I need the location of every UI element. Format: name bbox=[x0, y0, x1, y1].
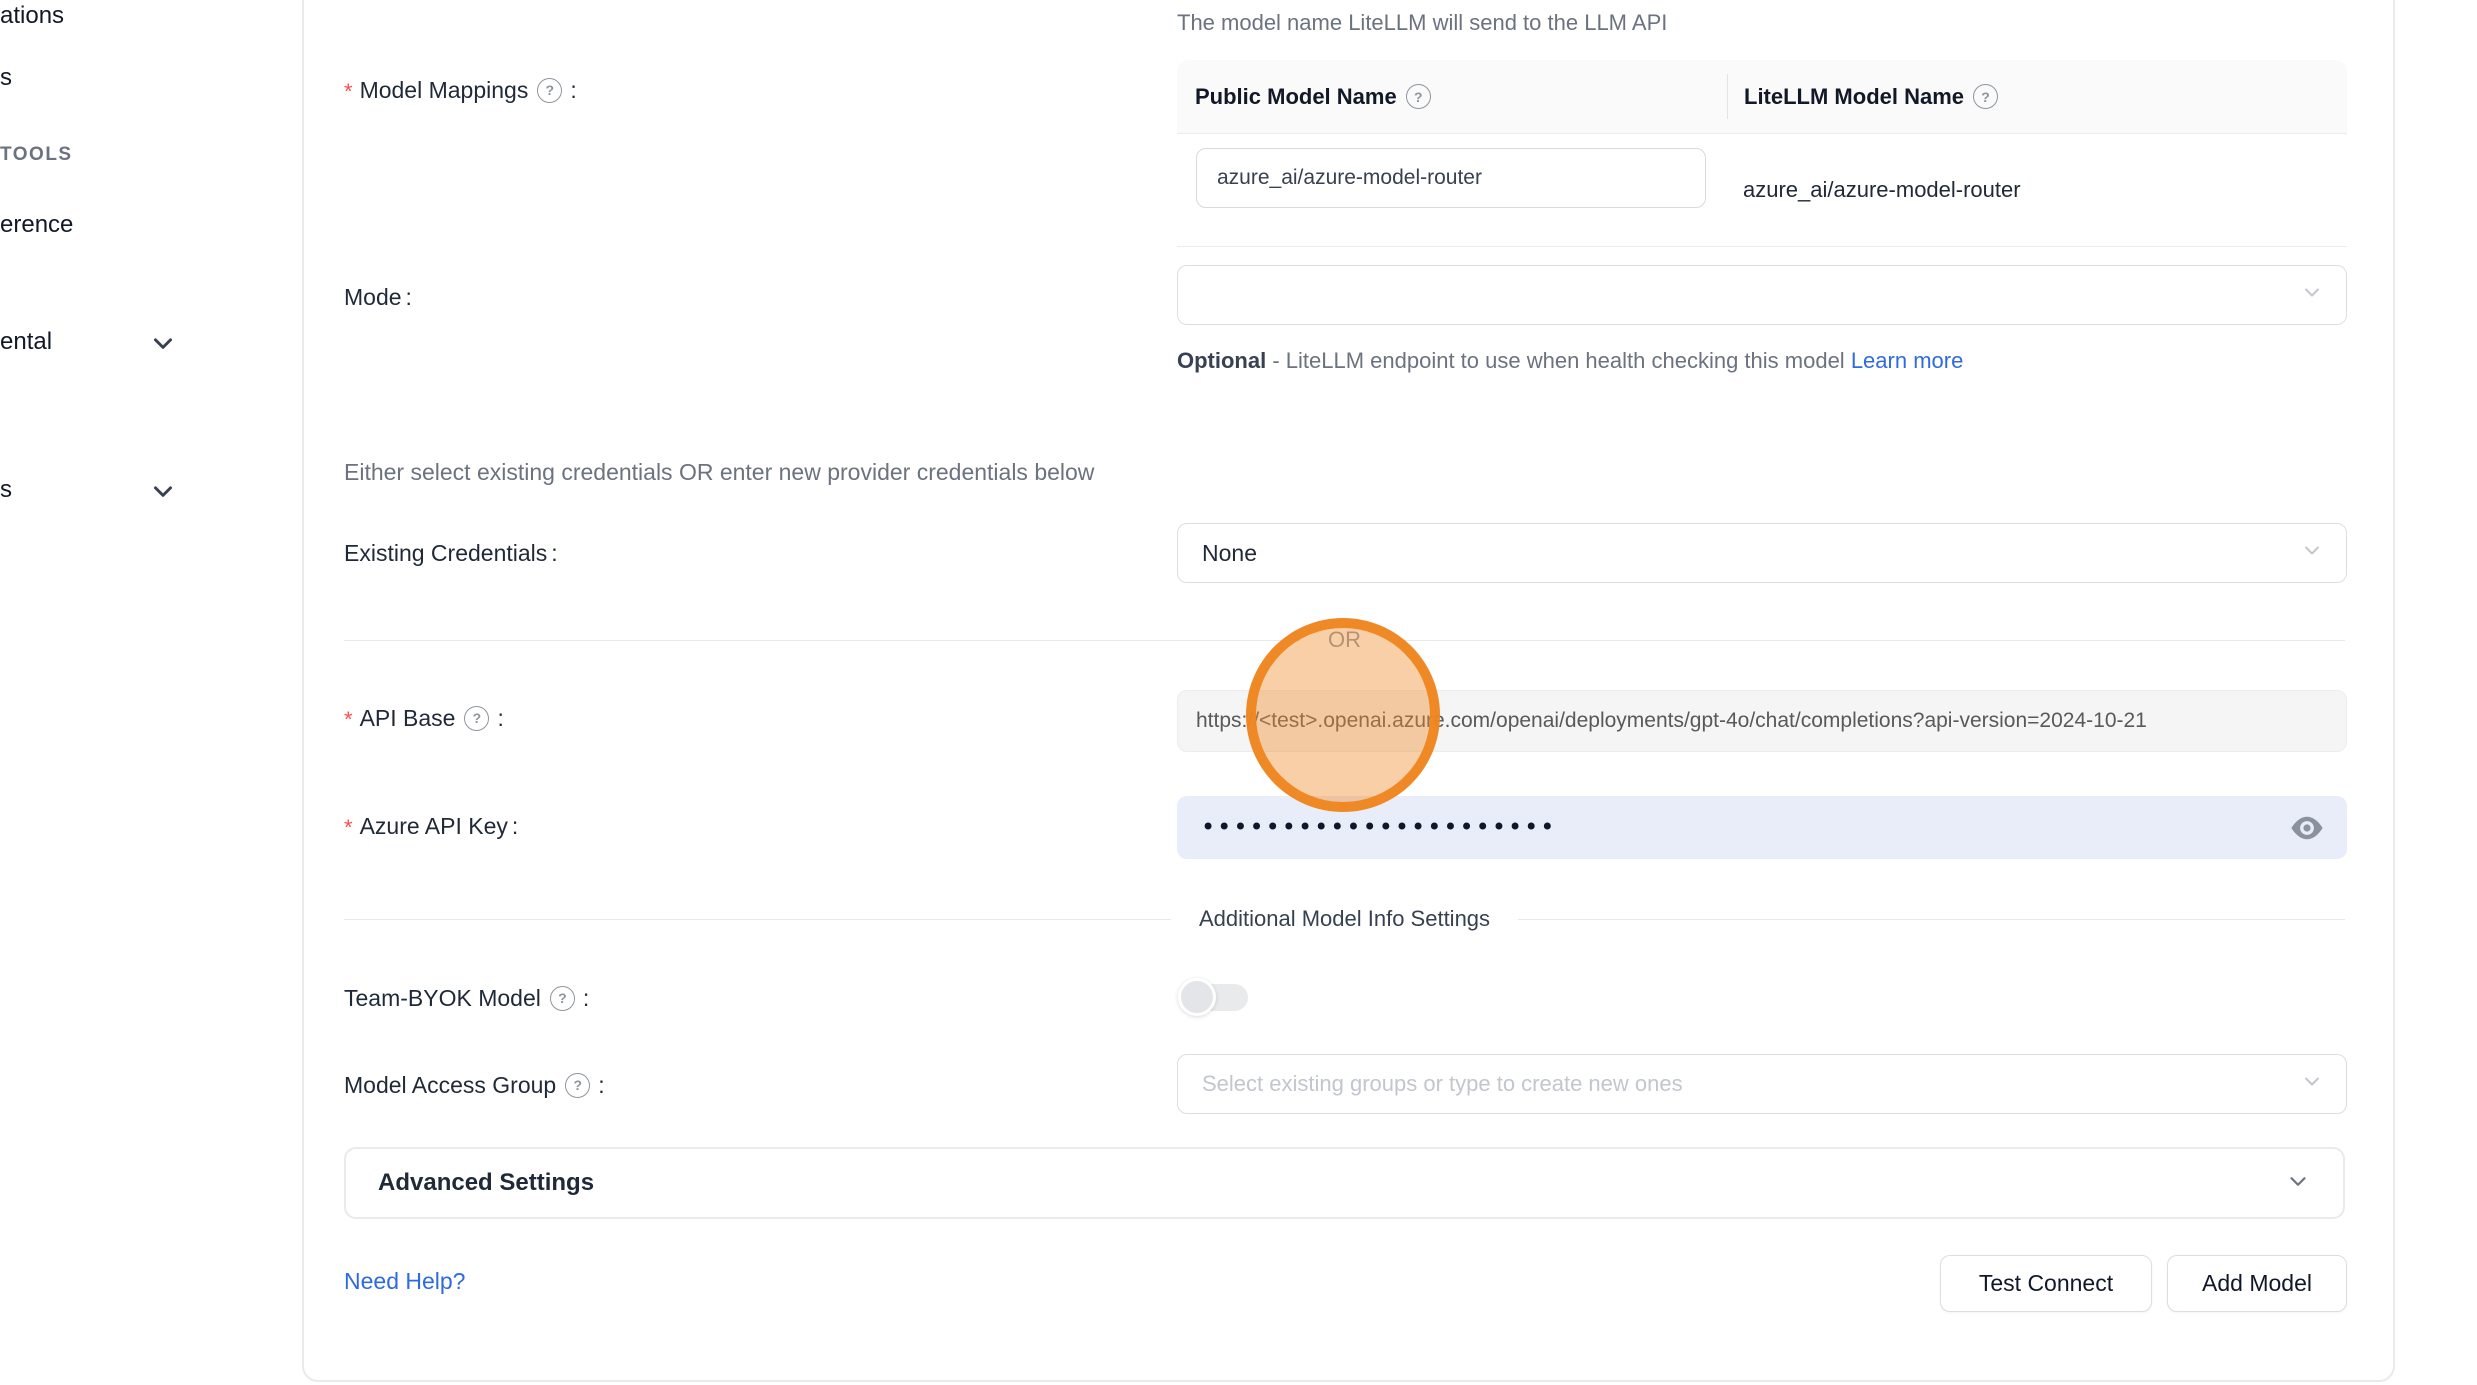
toggle-knob bbox=[1178, 978, 1216, 1016]
mode-label: Mode : bbox=[344, 280, 412, 314]
chevron-down-icon bbox=[2300, 538, 2324, 568]
model-mappings-table: Public Model Name ? LiteLLM Model Name ?… bbox=[1177, 60, 2347, 247]
required-asterisk: * bbox=[344, 811, 353, 841]
existing-credentials-label: Existing Credentials : bbox=[344, 536, 558, 570]
column-header-litellm-model-name: LiteLLM Model Name bbox=[1744, 84, 1964, 110]
table-header-row: Public Model Name ? LiteLLM Model Name ? bbox=[1177, 60, 2347, 134]
add-model-button[interactable]: Add Model bbox=[2167, 1255, 2347, 1312]
help-icon[interactable]: ? bbox=[464, 706, 489, 731]
chevron-down-icon bbox=[2300, 1069, 2324, 1099]
required-asterisk: * bbox=[344, 75, 353, 105]
help-icon[interactable]: ? bbox=[550, 986, 575, 1011]
team-byok-label: Team-BYOK Model ? : bbox=[344, 981, 589, 1015]
need-help-link[interactable]: Need Help? bbox=[344, 1268, 465, 1295]
model-mappings-label: * Model Mappings ? : bbox=[344, 73, 577, 107]
masked-key-value: •••••••••••••••••••••• bbox=[1201, 796, 1556, 859]
azure-api-key-label: * Azure API Key : bbox=[344, 809, 518, 843]
credentials-note: Either select existing credentials OR en… bbox=[344, 459, 1094, 486]
public-model-name-input[interactable]: azure_ai/azure-model-router bbox=[1196, 148, 1706, 208]
header-separator bbox=[1727, 74, 1728, 119]
mode-select[interactable] bbox=[1177, 265, 2347, 325]
help-icon[interactable]: ? bbox=[537, 78, 562, 103]
mode-help-text: Optional - LiteLLM endpoint to use when … bbox=[1177, 340, 1997, 381]
sidebar-item-experimental[interactable]: ental bbox=[0, 326, 52, 358]
table-row: azure_ai/azure-model-router azure_ai/azu… bbox=[1177, 134, 2347, 247]
advanced-settings-title: Advanced Settings bbox=[378, 1169, 594, 1197]
chevron-down-icon bbox=[148, 328, 178, 358]
test-connect-button[interactable]: Test Connect bbox=[1940, 1255, 2152, 1312]
litellm-model-name-value: azure_ai/azure-model-router bbox=[1743, 177, 2021, 203]
existing-credentials-select[interactable]: None bbox=[1177, 523, 2347, 583]
sidebar-section-tools: TOOLS bbox=[0, 139, 73, 171]
help-icon[interactable]: ? bbox=[1406, 84, 1431, 109]
help-icon[interactable]: ? bbox=[1973, 84, 1998, 109]
click-highlight-circle bbox=[1246, 618, 1440, 812]
eye-icon[interactable] bbox=[2289, 813, 2325, 843]
chevron-down-icon bbox=[148, 476, 178, 506]
model-name-hint: The model name LiteLLM will send to the … bbox=[1177, 10, 1667, 36]
model-access-group-select[interactable]: Select existing groups or type to create… bbox=[1177, 1054, 2347, 1114]
advanced-settings-panel[interactable]: Advanced Settings bbox=[344, 1147, 2345, 1219]
column-header-public-model-name: Public Model Name bbox=[1195, 84, 1397, 110]
api-base-label: * API Base ? : bbox=[344, 701, 504, 735]
help-icon[interactable]: ? bbox=[565, 1073, 590, 1098]
chevron-down-icon bbox=[2285, 1168, 2311, 1199]
chevron-down-icon bbox=[2300, 280, 2324, 310]
model-access-group-placeholder: Select existing groups or type to create… bbox=[1202, 1071, 1683, 1097]
learn-more-link[interactable]: Learn more bbox=[1851, 348, 1964, 373]
sidebar-item-organizations[interactable]: ations bbox=[0, 0, 64, 32]
team-byok-toggle[interactable] bbox=[1182, 984, 1248, 1011]
required-asterisk: * bbox=[344, 703, 353, 733]
existing-credentials-value: None bbox=[1202, 540, 1257, 567]
model-access-group-label: Model Access Group ? : bbox=[344, 1068, 605, 1102]
additional-settings-divider: Additional Model Info Settings bbox=[344, 906, 2345, 932]
sidebar-item-reference[interactable]: erence bbox=[0, 209, 73, 241]
add-model-screen: ations s TOOLS erence ental s The model … bbox=[0, 0, 2477, 1385]
sidebar-item[interactable]: s bbox=[0, 62, 12, 94]
sidebar-item-settings[interactable]: s bbox=[0, 474, 12, 506]
